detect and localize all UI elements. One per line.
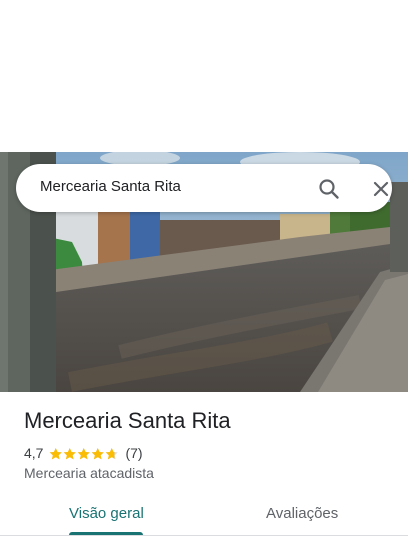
star-icon	[106, 447, 119, 459]
place-name: Mercearia Santa Rita	[24, 408, 231, 433]
star-rating	[49, 447, 119, 460]
star-icon	[92, 447, 105, 459]
review-count[interactable]: (7)	[125, 445, 142, 461]
star-icon	[78, 447, 91, 459]
tabs-divider	[0, 535, 408, 536]
rating-row[interactable]: 4,7 (7)	[24, 444, 143, 462]
search-bar[interactable]: Mercearia Santa Rita	[16, 164, 392, 212]
star-icon	[50, 447, 63, 459]
place-category[interactable]: Mercearia atacadista	[24, 465, 154, 481]
rating-value: 4,7	[24, 445, 44, 461]
search-input[interactable]: Mercearia Santa Rita	[40, 178, 181, 195]
tab-overview[interactable]: Visão geral	[69, 505, 144, 522]
tab-reviews[interactable]: Avaliações	[266, 505, 338, 522]
place-details-screen: Mercearia Santa Rita Mercearia Santa Rit…	[0, 0, 408, 544]
star-icon	[64, 447, 77, 459]
search-icon[interactable]	[316, 176, 342, 202]
close-icon[interactable]	[368, 176, 394, 202]
